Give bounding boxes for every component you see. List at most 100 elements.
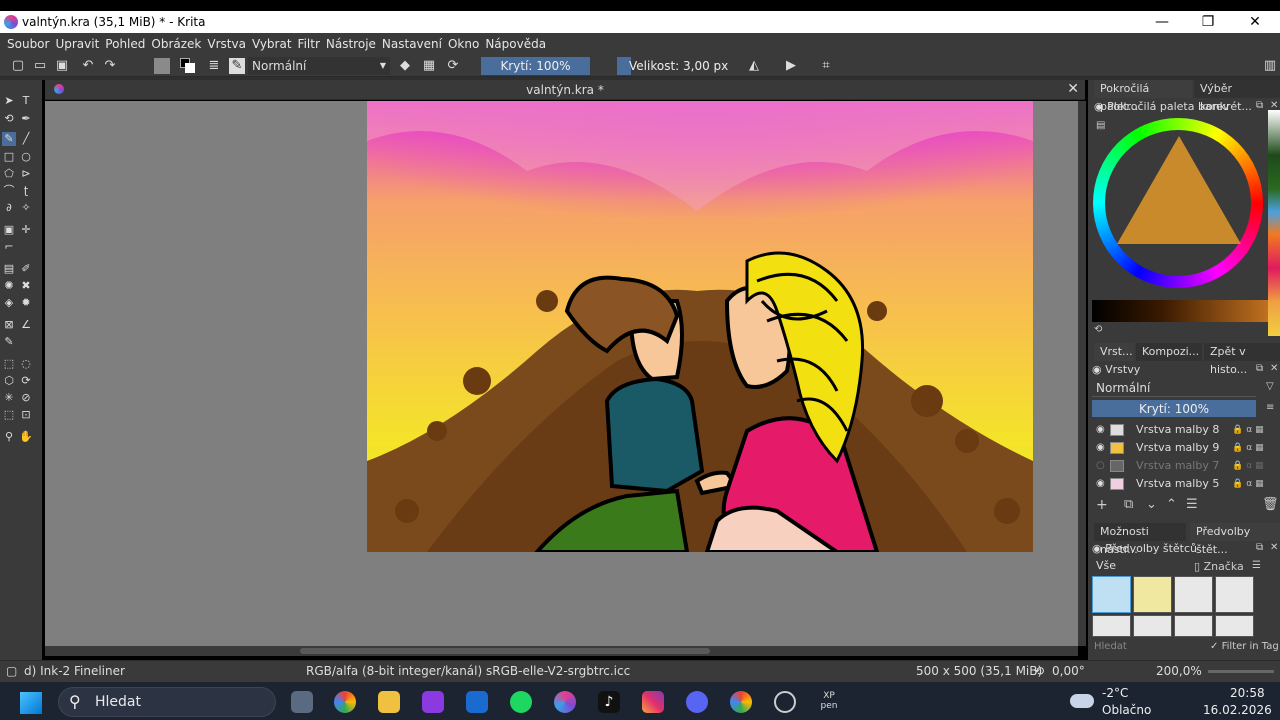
scroll-thumb[interactable] — [300, 648, 710, 654]
similar-select-icon[interactable]: ⊘ — [19, 391, 33, 405]
contiguous-select-icon[interactable]: ✳ — [2, 391, 16, 405]
close-docker-icon[interactable]: ✕ — [1270, 542, 1278, 553]
zoom-tool-icon[interactable]: ⚲ — [2, 430, 16, 444]
brush-tool-icon[interactable]: ✎ — [2, 132, 16, 146]
status-zoom[interactable]: 200,0% — [1156, 664, 1202, 678]
polyline-tool-icon[interactable]: ⊳ — [19, 167, 33, 181]
menu-nastaveni[interactable]: Nastavení — [382, 37, 442, 51]
filter-in-tag-checkbox[interactable]: ✓ Filter in Tag — [1210, 641, 1279, 652]
tab-tool-options[interactable]: Možnosti nástr... — [1094, 523, 1186, 556]
layer-menu-icon[interactable]: ≡ — [1266, 402, 1274, 413]
new-file-icon[interactable]: ▢ — [10, 58, 26, 74]
menu-obrazek[interactable]: Obrázek — [151, 37, 201, 51]
menu-napoveda[interactable]: Nápověda — [485, 37, 546, 51]
opacity-slider[interactable]: Krytí: 100% — [481, 57, 590, 75]
document-tab[interactable]: valntýn.kra * ✕ — [45, 80, 1085, 100]
artwork-image[interactable] — [367, 101, 1033, 552]
dynamic-brush-icon[interactable]: ∂ — [2, 201, 16, 215]
line-tool-icon[interactable]: ╱ — [19, 132, 33, 146]
rect-select-icon[interactable]: ⬚ — [2, 357, 16, 371]
clock-time[interactable]: 20:58 — [1230, 686, 1265, 700]
instagram-icon[interactable] — [642, 691, 664, 713]
zoom-slider[interactable] — [1208, 670, 1274, 673]
menu-nastroje[interactable]: Nástroje — [326, 37, 376, 51]
brush-preset-thumb[interactable] — [1133, 615, 1172, 637]
podcast-app-icon[interactable] — [422, 691, 444, 713]
tab-advanced-color[interactable]: Pokročilá palet... — [1094, 80, 1192, 113]
open-file-icon[interactable]: ▭ — [32, 58, 48, 74]
reference-tool-icon[interactable]: ✎ — [2, 335, 16, 349]
brush-preset-thumb[interactable] — [1215, 615, 1254, 637]
tab-brush-presets[interactable]: Předvolby štět... — [1190, 523, 1280, 556]
minimize-button[interactable]: — — [1139, 11, 1185, 33]
brush-settings-icon[interactable]: ≣ — [206, 58, 222, 74]
float-icon[interactable]: ⧉ — [1256, 100, 1263, 111]
reset-colors-icon[interactable]: ⟲ — [1094, 324, 1102, 335]
brush-preset-thumb[interactable] — [1174, 615, 1213, 637]
steam-icon[interactable] — [774, 691, 796, 713]
close-tab-icon[interactable]: ✕ — [1067, 81, 1079, 97]
tab-history[interactable]: Zpět v histo... — [1204, 343, 1280, 376]
vertical-scrollbar[interactable] — [1078, 101, 1086, 646]
assistant-icon[interactable]: ✖ — [19, 279, 33, 293]
canvas-area[interactable] — [45, 101, 1078, 646]
eraser-icon[interactable]: ◆ — [397, 58, 413, 74]
xp-pen-icon[interactable]: XP pen — [818, 691, 840, 713]
layer-blend-select[interactable]: Normální — [1092, 379, 1256, 397]
brush-search-input[interactable]: Hledat — [1094, 641, 1127, 652]
brush-preset-thumb[interactable] — [1133, 576, 1172, 613]
spotify-icon[interactable] — [510, 691, 532, 713]
layer-lock-icons[interactable]: 🔒α▦ — [1232, 421, 1267, 439]
krita-taskbar-icon[interactable] — [554, 691, 576, 713]
menu-pohled[interactable]: Pohled — [105, 37, 145, 51]
layer-row[interactable]: ◉ Vrstva malby 9 🔒α▦ — [1092, 439, 1276, 457]
windows-start-icon[interactable] — [20, 692, 42, 714]
brush-preset-thumb[interactable] — [1092, 576, 1131, 613]
tiktok-icon[interactable]: ♪ — [598, 691, 620, 713]
pattern-swatch[interactable] — [154, 58, 170, 74]
blend-mode-select[interactable]: Normální ▼ — [248, 57, 390, 75]
move-up-icon[interactable]: ⌃ — [1166, 497, 1177, 512]
delete-layer-icon[interactable]: 🗑 — [1262, 497, 1279, 512]
add-layer-icon[interactable]: + — [1096, 497, 1108, 513]
discord-icon[interactable] — [686, 691, 708, 713]
crop-tool-icon[interactable]: ⌐ — [2, 240, 16, 254]
fg-bg-color-icon[interactable] — [180, 58, 196, 74]
layer-properties-icon[interactable]: ☰ — [1186, 497, 1198, 512]
visibility-eye-off-icon[interactable]: ○ — [1096, 457, 1105, 475]
maximize-button[interactable]: ❐ — [1185, 11, 1231, 33]
weather-temp[interactable]: -2°C — [1102, 686, 1128, 700]
polygon-select-icon[interactable]: ⬡ — [2, 374, 16, 388]
layer-opacity-slider[interactable]: Krytí: 100% — [1092, 400, 1256, 417]
brush-preset-icon[interactable]: ✎ — [229, 58, 245, 74]
brush-tag-button[interactable]: ▯ Značka — [1194, 560, 1244, 573]
mirror-horizontal-icon[interactable]: ◭ — [746, 58, 762, 74]
color-history-strip[interactable] — [1268, 110, 1280, 336]
menu-vrstva[interactable]: Vrstva — [207, 37, 246, 51]
tab-layers[interactable]: Vrst... — [1094, 343, 1134, 361]
assistant-tool-icon[interactable]: ⊠ — [2, 318, 16, 332]
color-shade-bar[interactable] — [1092, 300, 1268, 322]
size-slider[interactable]: Velikost: 3,00 px — [617, 57, 733, 75]
outlook-icon[interactable] — [466, 691, 488, 713]
color-wheel[interactable] — [1093, 118, 1263, 288]
layer-lock-icons[interactable]: 🔒α▦ — [1232, 475, 1267, 493]
status-rotation[interactable]: 0,00° — [1052, 664, 1085, 678]
brush-list-view-icon[interactable]: ☰ — [1252, 560, 1261, 571]
edit-shape-icon[interactable]: ⟲ — [2, 112, 16, 126]
freehand-select-icon[interactable]: ⟳ — [19, 374, 33, 388]
brush-preset-thumb[interactable] — [1092, 615, 1131, 637]
tab-specific-color[interactable]: Výběr konkrét... — [1194, 80, 1280, 113]
close-docker-icon[interactable]: ✕ — [1270, 363, 1278, 374]
magnetic-select-icon[interactable]: ⊡ — [19, 408, 33, 422]
enclose-fill-icon[interactable]: ✹ — [19, 296, 33, 310]
reload-preset-icon[interactable]: ⟳ — [445, 58, 461, 74]
color-picker-icon[interactable]: ✐ — [19, 262, 33, 276]
menu-okno[interactable]: Okno — [448, 37, 479, 51]
smart-patch-icon[interactable]: ✺ — [2, 279, 16, 293]
transform-tool-icon[interactable]: ▣ — [2, 223, 16, 237]
horizontal-scrollbar[interactable] — [45, 646, 1078, 656]
bezier-tool-icon[interactable]: ⌒ — [2, 184, 16, 198]
bezier-select-icon[interactable]: ⬚ — [2, 408, 16, 422]
save-icon[interactable]: ▣ — [54, 58, 70, 74]
